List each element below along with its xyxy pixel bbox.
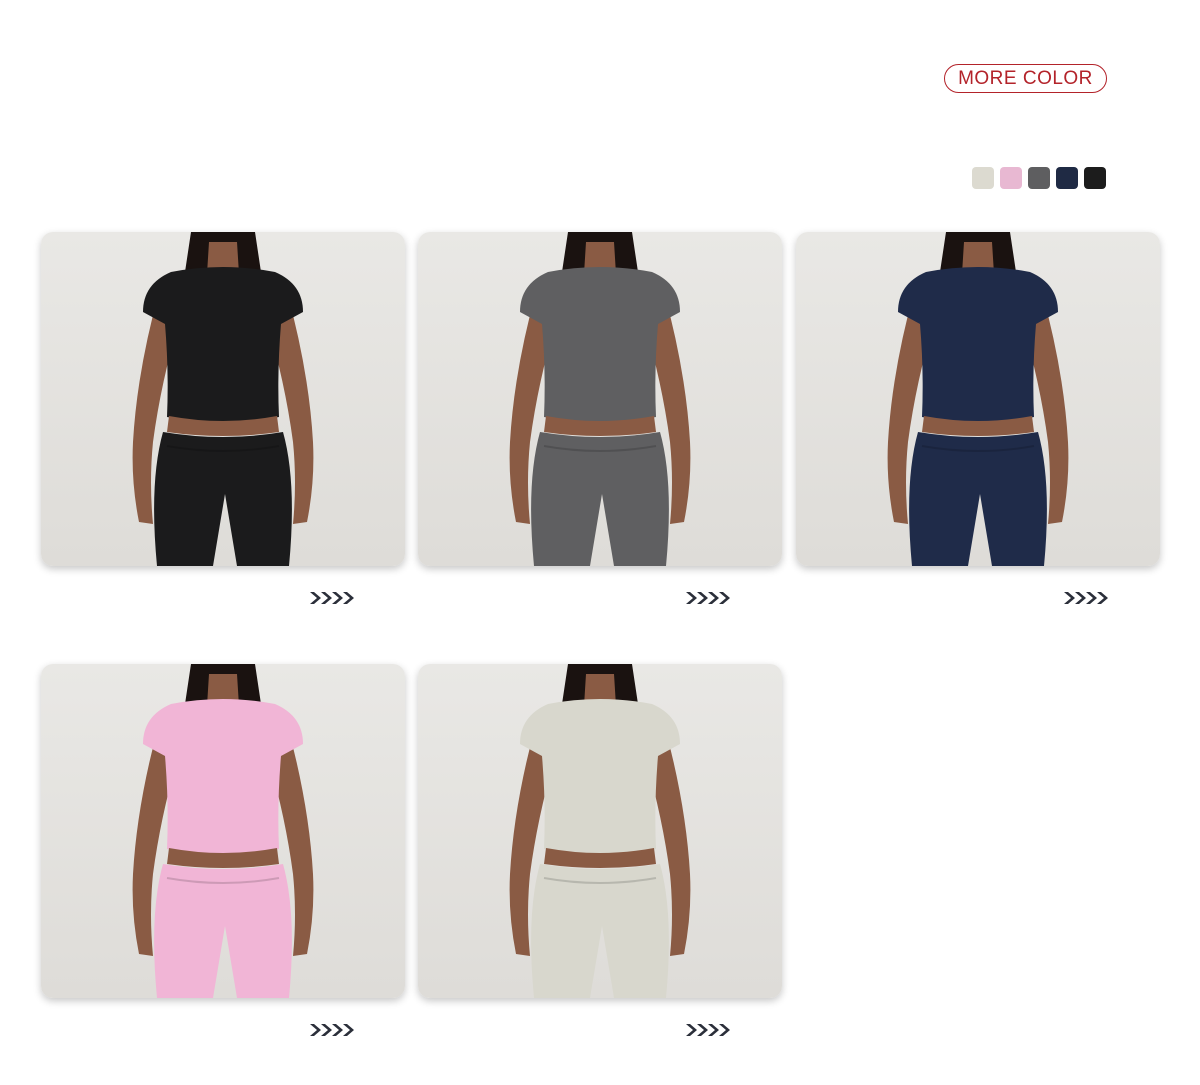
product-card-navy[interactable] bbox=[796, 232, 1160, 566]
swatch-navy[interactable] bbox=[1056, 167, 1078, 189]
product-image-grey bbox=[509, 232, 691, 566]
more-color-button[interactable]: MORE COLOR bbox=[944, 64, 1107, 93]
product-card-black[interactable] bbox=[41, 232, 405, 566]
swatch-pink[interactable] bbox=[1000, 167, 1022, 189]
more-color-label: MORE COLOR bbox=[958, 67, 1093, 89]
product-card-grey[interactable] bbox=[418, 232, 782, 566]
chevrons-right-icon[interactable] bbox=[308, 1022, 358, 1038]
chevrons-right-icon[interactable] bbox=[684, 1022, 734, 1038]
swatch-black[interactable] bbox=[1084, 167, 1106, 189]
chevrons-right-icon[interactable] bbox=[1062, 590, 1112, 606]
product-image-pink bbox=[132, 664, 314, 998]
swatch-beige[interactable] bbox=[972, 167, 994, 189]
product-card-beige[interactable] bbox=[418, 664, 782, 998]
product-image-beige bbox=[509, 664, 691, 998]
chevrons-right-icon[interactable] bbox=[308, 590, 358, 606]
product-image-black bbox=[132, 232, 314, 566]
swatch-grey[interactable] bbox=[1028, 167, 1050, 189]
product-image-navy bbox=[887, 232, 1069, 566]
product-card-pink[interactable] bbox=[41, 664, 405, 998]
chevrons-right-icon[interactable] bbox=[684, 590, 734, 606]
color-swatches bbox=[972, 167, 1106, 189]
